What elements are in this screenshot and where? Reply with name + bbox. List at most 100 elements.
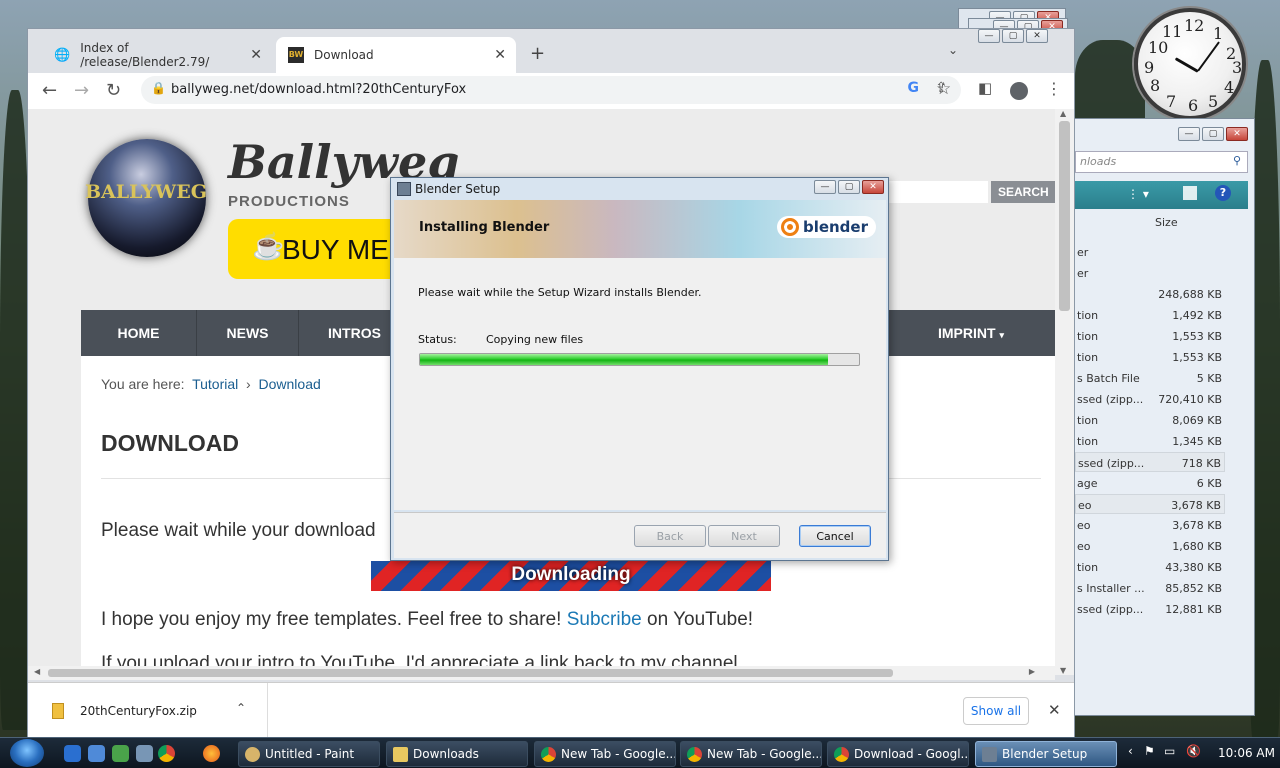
- minimize-icon[interactable]: —: [814, 180, 836, 194]
- tab-download[interactable]: BW Download ✕: [276, 37, 516, 73]
- minimize-icon[interactable]: —: [1178, 127, 1200, 141]
- nav-news[interactable]: NEWS: [197, 310, 299, 356]
- preview-pane-icon[interactable]: [1183, 186, 1197, 200]
- taskbar-item-downloads[interactable]: Downloads: [386, 741, 528, 767]
- file-row[interactable]: age 6 KB: [1075, 473, 1225, 493]
- close-tab-icon[interactable]: ✕: [250, 47, 262, 63]
- media-player-icon[interactable]: [112, 745, 129, 762]
- vertical-scrollbar[interactable]: ▲ ▼: [1055, 109, 1074, 675]
- file-row[interactable]: er: [1075, 263, 1225, 283]
- breadcrumb-tutorial[interactable]: Tutorial: [192, 376, 238, 392]
- file-row[interactable]: eo 1,680 KB: [1075, 536, 1225, 556]
- internet-explorer-icon[interactable]: [64, 745, 81, 762]
- file-row[interactable]: ssed (zipp... 720,410 KB: [1075, 389, 1225, 409]
- network-icon[interactable]: ▭: [1164, 744, 1175, 758]
- close-tab-icon[interactable]: ✕: [494, 47, 506, 63]
- view-options-icon[interactable]: ⋮ ▾: [1127, 187, 1149, 201]
- scroll-down-icon[interactable]: ▼: [1060, 666, 1066, 675]
- maximize-icon[interactable]: ▢: [1002, 29, 1024, 43]
- file-row[interactable]: ssed (zipp... 12,881 KB: [1075, 599, 1225, 619]
- show-hidden-icons-icon[interactable]: ‹: [1128, 744, 1133, 758]
- maximize-icon[interactable]: ▢: [838, 180, 860, 194]
- download-item[interactable]: 20thCenturyFox.zip ⌃: [28, 683, 268, 740]
- explorer-column-header: Size: [1075, 211, 1248, 235]
- file-row[interactable]: eo 3,678 KB: [1075, 494, 1225, 514]
- scrollbar-thumb[interactable]: [1059, 121, 1070, 311]
- file-row[interactable]: s Batch File 5 KB: [1075, 368, 1225, 388]
- minimize-icon[interactable]: —: [978, 29, 1000, 43]
- size-column-header[interactable]: Size: [1155, 216, 1178, 229]
- close-icon[interactable]: ✕: [1026, 29, 1048, 43]
- switch-windows-icon[interactable]: [136, 745, 153, 762]
- taskbar-item-paint[interactable]: Untitled - Paint: [238, 741, 380, 767]
- bookmark-star-icon[interactable]: ☆: [936, 79, 951, 99]
- maximize-icon[interactable]: ▢: [1202, 127, 1224, 141]
- menu-kebab-icon[interactable]: ⋮: [1046, 79, 1062, 98]
- search-icon[interactable]: ⚲: [1233, 154, 1241, 167]
- taskbar-item-blender-setup[interactable]: Blender Setup: [975, 741, 1117, 767]
- taskbar-item-chrome-1[interactable]: New Tab - Google...: [534, 741, 676, 767]
- clock-time[interactable]: 10:06 AM: [1218, 746, 1275, 760]
- site-search-input[interactable]: [888, 181, 988, 203]
- close-icon[interactable]: ✕: [862, 180, 884, 194]
- back-icon[interactable]: ←: [42, 80, 57, 101]
- close-icon[interactable]: ✕: [1048, 701, 1061, 719]
- volume-muted-icon[interactable]: 🔇: [1186, 744, 1201, 758]
- back-button[interactable]: Back: [634, 525, 706, 547]
- url-bar[interactable]: 🔒 ballyweg.net/download.html?20thCentury…: [141, 76, 961, 104]
- clock-number: 7: [1166, 92, 1177, 111]
- lock-icon[interactable]: 🔒: [151, 81, 166, 95]
- new-tab-icon[interactable]: +: [530, 43, 545, 64]
- taskbar-item-label: Download - Googl...: [854, 747, 969, 761]
- chevron-up-icon[interactable]: ⌃: [236, 701, 246, 715]
- tab-index[interactable]: 🌐 Index of /release/Blender2.79/ ✕: [42, 37, 272, 73]
- file-row[interactable]: ssed (zipp... 718 KB: [1075, 452, 1225, 472]
- next-button[interactable]: Next: [708, 525, 780, 547]
- scrollbar-thumb[interactable]: [48, 669, 893, 677]
- explorer-search-input[interactable]: nloads ⚲: [1075, 151, 1248, 173]
- nav-imprint[interactable]: IMPRINT ▾: [911, 310, 1031, 356]
- show-all-button[interactable]: Show all: [963, 697, 1029, 725]
- scroll-right-icon[interactable]: ▶: [1029, 667, 1035, 676]
- clock-gadget[interactable]: 12 1 2 3 4 5 6 7 8 9 10 11: [1130, 6, 1254, 120]
- file-row[interactable]: tion 8,069 KB: [1075, 410, 1225, 430]
- profile-avatar-icon[interactable]: [1010, 82, 1028, 100]
- taskbar-item-chrome-3[interactable]: Download - Googl...: [827, 741, 969, 767]
- reload-icon[interactable]: ↻: [106, 80, 121, 101]
- chrome-icon[interactable]: [158, 745, 175, 762]
- file-size: 1,345 KB: [1172, 435, 1222, 448]
- file-row[interactable]: eo 3,678 KB: [1075, 515, 1225, 535]
- wait-paragraph: Please wait while your download: [101, 520, 376, 541]
- file-type: s Installer ...: [1077, 582, 1145, 595]
- site-search-button[interactable]: SEARCH: [991, 181, 1055, 203]
- taskbar-item-chrome-2[interactable]: New Tab - Google...: [680, 741, 822, 767]
- breadcrumb-download[interactable]: Download: [259, 376, 321, 392]
- google-icon[interactable]: G: [908, 80, 920, 96]
- file-row[interactable]: s Installer ... 85,852 KB: [1075, 578, 1225, 598]
- file-row[interactable]: tion 1,345 KB: [1075, 431, 1225, 451]
- help-icon[interactable]: ?: [1215, 185, 1231, 201]
- file-row[interactable]: tion 1,553 KB: [1075, 347, 1225, 367]
- tab-search-icon[interactable]: ⌄: [948, 43, 958, 57]
- file-row[interactable]: tion 1,553 KB: [1075, 326, 1225, 346]
- start-button[interactable]: [10, 739, 44, 767]
- globe-icon: 🌐: [54, 47, 71, 63]
- show-desktop-icon[interactable]: [88, 745, 105, 762]
- close-icon[interactable]: ✕: [1226, 127, 1248, 141]
- cancel-button[interactable]: Cancel: [799, 525, 871, 547]
- clock-face: 12 1 2 3 4 5 6 7 8 9 10 11: [1134, 8, 1246, 120]
- action-center-flag-icon[interactable]: ⚑: [1144, 744, 1155, 758]
- subscribe-link[interactable]: Subcribe: [567, 609, 642, 630]
- scroll-up-icon[interactable]: ▲: [1060, 109, 1066, 118]
- file-row[interactable]: er: [1075, 242, 1225, 262]
- horizontal-scrollbar[interactable]: ◀ ▶: [28, 666, 1055, 680]
- forward-icon[interactable]: →: [74, 80, 89, 101]
- scroll-left-icon[interactable]: ◀: [34, 667, 40, 676]
- file-row[interactable]: tion 43,380 KB: [1075, 557, 1225, 577]
- firefox-icon[interactable]: [203, 745, 220, 762]
- file-row[interactable]: tion 1,492 KB: [1075, 305, 1225, 325]
- file-row[interactable]: 248,688 KB: [1075, 284, 1225, 304]
- folder-icon: [393, 747, 408, 762]
- side-panel-icon[interactable]: ◧: [978, 79, 992, 97]
- nav-home[interactable]: HOME: [81, 310, 197, 356]
